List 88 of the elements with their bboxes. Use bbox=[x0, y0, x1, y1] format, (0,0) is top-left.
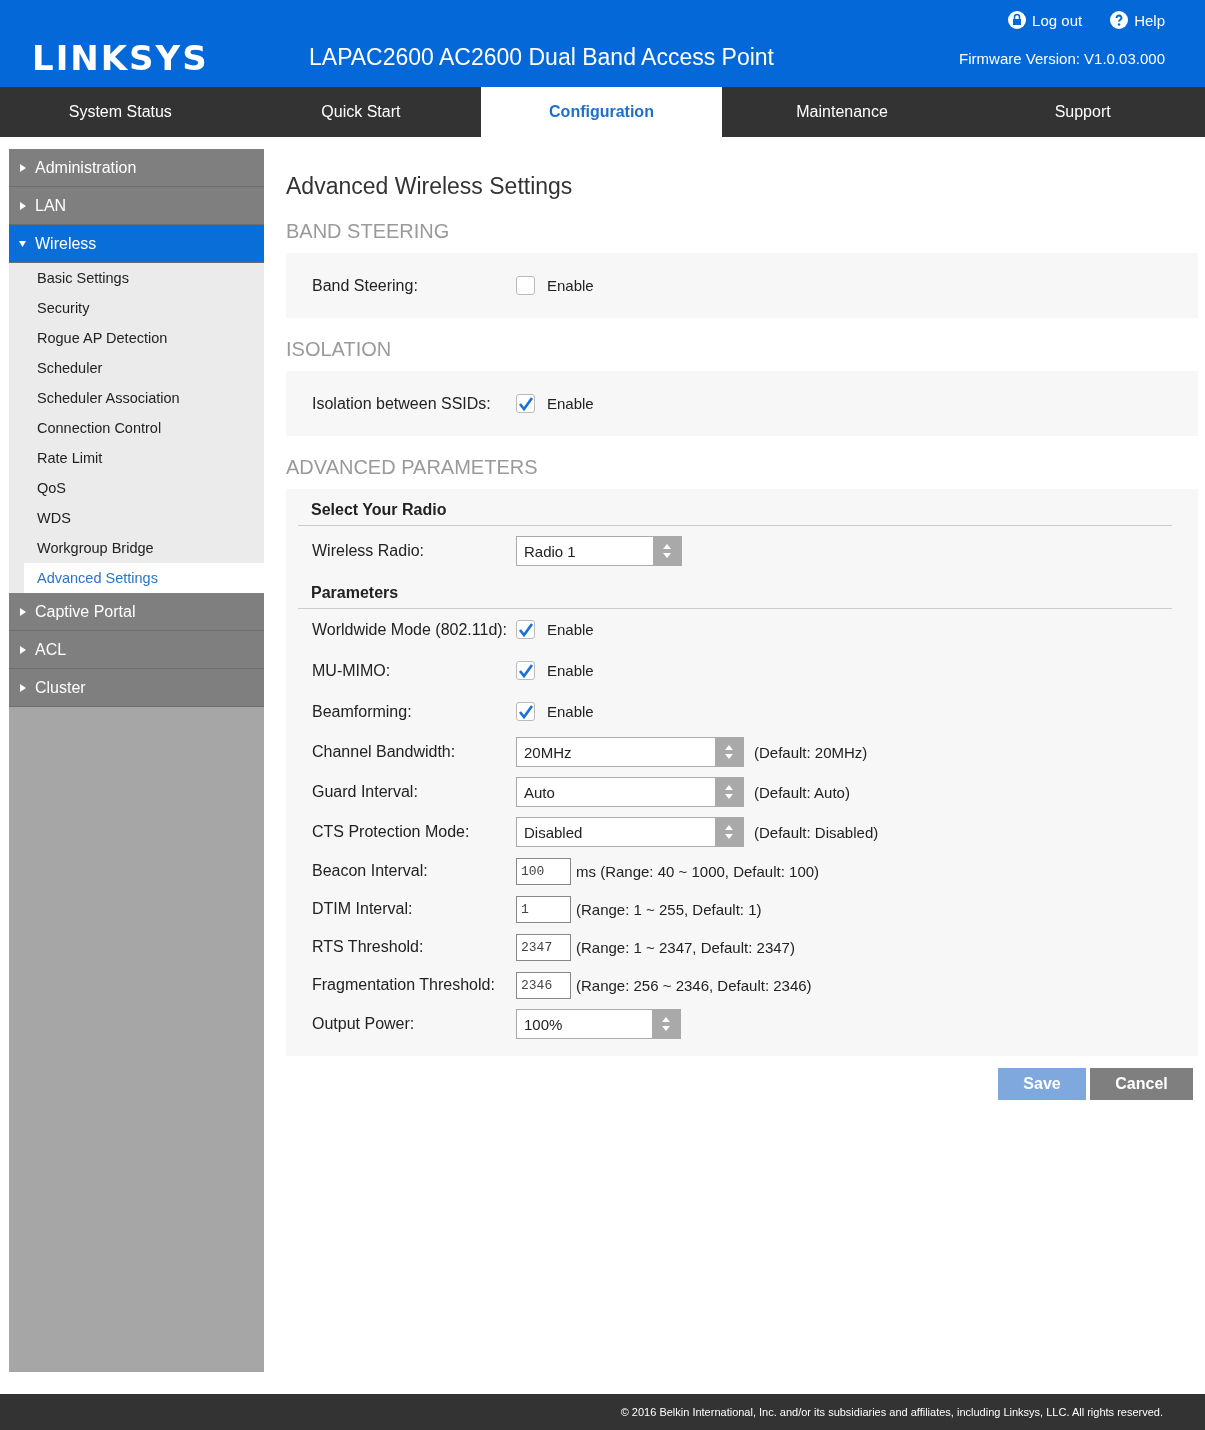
caret-down-icon bbox=[19, 239, 26, 248]
lock-icon bbox=[1008, 11, 1027, 29]
caret-right-icon bbox=[19, 645, 26, 654]
checkbox[interactable] bbox=[516, 394, 535, 413]
firmware-version: Firmware Version: V1.0.03.000 bbox=[959, 50, 1165, 67]
nav-tab[interactable]: Quick Start bbox=[240, 87, 482, 137]
subsection-heading: Select Your Radio bbox=[298, 493, 1172, 526]
dropdown[interactable]: 100% bbox=[516, 1009, 681, 1039]
field-label: MU-MIMO: bbox=[312, 661, 392, 680]
field-label: Band Steering: bbox=[312, 276, 419, 295]
dropdown[interactable]: 20MHz bbox=[516, 737, 744, 767]
input-field[interactable]: 1 bbox=[516, 895, 571, 923]
field-label: Wireless Radio: bbox=[312, 542, 426, 560]
range-note: (Range: 1 ~ 2347, Default: 2347) bbox=[576, 938, 795, 956]
sidebar-item[interactable]: LAN bbox=[9, 187, 264, 225]
sidebar-subitem[interactable]: Rate Limit bbox=[9, 443, 264, 473]
spinner-icon bbox=[715, 778, 743, 806]
field-label: Beamforming: bbox=[312, 702, 413, 721]
nav-tab[interactable]: Maintenance bbox=[721, 87, 963, 137]
input-field[interactable]: 2347 bbox=[516, 933, 571, 961]
checkbox[interactable] bbox=[516, 661, 535, 680]
field-label: Guard Interval: bbox=[312, 783, 419, 801]
default-note: (Default: 20MHz) bbox=[754, 743, 868, 761]
subsection-heading: Parameters bbox=[298, 576, 1172, 609]
dropdown[interactable]: Auto bbox=[516, 777, 744, 807]
field-label: DTIM Interval: bbox=[312, 900, 414, 918]
range-note: (Range: 256 ~ 2346, Default: 2346) bbox=[576, 976, 812, 994]
field-label: CTS Protection Mode: bbox=[312, 823, 471, 841]
field-label: Worldwide Mode (802.11d): bbox=[312, 620, 509, 639]
input-field[interactable]: 100 bbox=[516, 857, 571, 885]
sidebar-subitem[interactable]: Scheduler bbox=[9, 353, 264, 383]
section-heading: BAND STEERING bbox=[286, 220, 451, 243]
sidebar-subitem[interactable]: QoS bbox=[9, 473, 264, 503]
sidebar-subitem[interactable]: WDS bbox=[9, 503, 264, 533]
help-link[interactable]: Help bbox=[1110, 11, 1165, 29]
sidebar-item[interactable]: Wireless bbox=[9, 225, 264, 263]
sidebar-subitem[interactable]: Basic Settings bbox=[9, 263, 264, 293]
section-heading: ADVANCED PARAMETERS bbox=[286, 456, 539, 479]
dropdown[interactable]: Disabled bbox=[516, 817, 744, 847]
checkbox-label: Enable bbox=[547, 662, 594, 679]
field-label: Beacon Interval: bbox=[312, 862, 429, 880]
help-icon bbox=[1110, 11, 1129, 29]
field-label: Output Power: bbox=[312, 1015, 416, 1033]
field-label: Channel Bandwidth: bbox=[312, 743, 457, 761]
logo: LINKSYS bbox=[32, 38, 210, 78]
spinner-icon bbox=[653, 537, 681, 565]
field-label: Isolation between SSIDs: bbox=[312, 394, 492, 413]
nav-tab[interactable]: System Status bbox=[0, 87, 241, 137]
sidebar-item[interactable]: Captive Portal bbox=[9, 593, 264, 631]
nav-tab[interactable]: Configuration bbox=[481, 87, 722, 137]
spinner-icon bbox=[715, 818, 743, 846]
section-heading: ISOLATION bbox=[286, 338, 393, 361]
default-note: (Default: Auto) bbox=[754, 783, 850, 801]
logout-link[interactable]: Log out bbox=[1008, 11, 1083, 29]
sidebar-item[interactable]: Cluster bbox=[9, 669, 264, 707]
spinner-icon bbox=[715, 738, 743, 766]
nav-tab[interactable]: Support bbox=[962, 87, 1203, 137]
caret-right-icon bbox=[19, 163, 26, 172]
caret-right-icon bbox=[19, 607, 26, 616]
spinner-icon bbox=[652, 1010, 680, 1038]
page-title: Advanced Wireless Settings bbox=[286, 173, 574, 200]
checkbox-label: Enable bbox=[547, 703, 594, 720]
field-label: RTS Threshold: bbox=[312, 938, 425, 956]
input-field[interactable]: 2346 bbox=[516, 971, 571, 999]
checkbox-label: Enable bbox=[547, 621, 594, 638]
caret-right-icon bbox=[19, 201, 26, 210]
sidebar-subitem[interactable]: Security bbox=[9, 293, 264, 323]
checkbox[interactable] bbox=[516, 702, 535, 721]
copyright-text: © 2016 Belkin International, Inc. and/or its subsidiaries and affiliates, including Linksys, LLC. All rights reserved. bbox=[0, 1394, 1205, 1430]
checkbox[interactable] bbox=[516, 276, 535, 295]
cancel-button[interactable]: Cancel bbox=[1090, 1068, 1193, 1100]
field-label: Fragmentation Threshold: bbox=[312, 976, 496, 994]
sidebar-item[interactable]: Administration bbox=[9, 149, 264, 187]
sidebar-subitem[interactable]: Workgroup Bridge bbox=[9, 533, 264, 563]
sidebar-subitem[interactable]: Scheduler Association bbox=[9, 383, 264, 413]
product-title: LAPAC2600 AC2600 Dual Band Access Point bbox=[309, 44, 775, 71]
range-note: (Range: 1 ~ 255, Default: 1) bbox=[576, 900, 762, 918]
sidebar-item[interactable]: ACL bbox=[9, 631, 264, 669]
caret-right-icon bbox=[19, 683, 26, 692]
radio-select[interactable]: Radio 1 bbox=[516, 536, 682, 566]
range-note: ms (Range: 40 ~ 1000, Default: 100) bbox=[576, 862, 820, 880]
sidebar-subitem[interactable]: Rogue AP Detection bbox=[9, 323, 264, 353]
checkbox[interactable] bbox=[516, 620, 535, 639]
default-note: (Default: Disabled) bbox=[754, 823, 879, 841]
sidebar-subitem[interactable]: Advanced Settings bbox=[24, 563, 264, 593]
checkbox-label: Enable bbox=[547, 395, 594, 412]
checkbox-label: Enable bbox=[547, 277, 594, 294]
sidebar-subitem[interactable]: Connection Control bbox=[9, 413, 264, 443]
